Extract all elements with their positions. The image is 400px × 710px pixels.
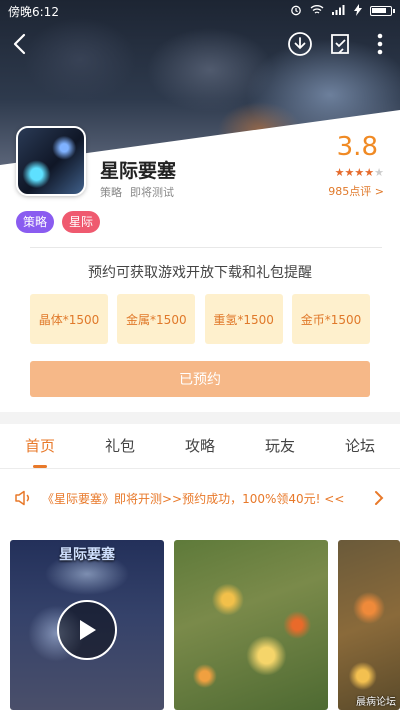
tab-friends[interactable]: 玩友 — [240, 424, 320, 468]
play-button[interactable] — [57, 600, 117, 660]
star-icon: ★ — [364, 166, 375, 179]
app-stage: 即将测试 — [130, 186, 174, 199]
reserve-notice: 预约可获取游戏开放下载和礼包提醒 — [88, 265, 312, 281]
app-category: 策略 — [100, 186, 122, 199]
back-button[interactable] — [4, 28, 36, 60]
more-icon — [377, 33, 383, 55]
speaker-icon — [15, 490, 30, 506]
reward-crystal: 晶体*1500 — [30, 294, 108, 344]
star-icon: ★ — [334, 166, 345, 179]
tag-list: 策略 星际 — [16, 211, 101, 233]
announcement-text: 《星际要塞》即将开测>>预约成功，100%领40元! << — [42, 491, 345, 506]
wifi-icon — [310, 4, 324, 18]
app-score: 3.8 — [336, 132, 378, 162]
reward-deuterium: 重氢*1500 — [204, 294, 283, 344]
rating-stars: ★★★★★ — [335, 166, 384, 179]
alarm-icon — [290, 4, 302, 19]
star-empty-icon: ★ — [374, 166, 384, 179]
section-gap — [0, 412, 400, 424]
reward-metal: 金属*1500 — [117, 294, 196, 344]
play-icon — [80, 620, 96, 640]
screenshot-image[interactable] — [174, 540, 328, 710]
tag-space[interactable]: 星际 — [62, 211, 101, 233]
announcement-bar[interactable]: 《星际要塞》即将开测>>预约成功，100%领40元! << — [0, 478, 400, 518]
chevron-right-icon[interactable] — [374, 490, 384, 506]
tab-gifts[interactable]: 礼包 — [80, 424, 160, 468]
reviews-link[interactable]: 985点评 > — [328, 183, 384, 199]
status-time: 傍晚6:12 — [8, 4, 59, 19]
tab-forum[interactable]: 论坛 — [320, 424, 400, 468]
top-bar — [0, 26, 400, 62]
charging-icon — [354, 3, 362, 19]
star-icon: ★ — [344, 166, 355, 179]
download-icon — [288, 32, 312, 56]
reserve-list-button[interactable] — [324, 28, 356, 60]
app-meta: 策略 即将测试 — [100, 184, 174, 200]
screenshot-image[interactable]: 晨病论坛 — [338, 540, 400, 710]
back-icon — [13, 33, 26, 55]
screenshot-gallery: 星际要塞 晨病论坛 — [10, 540, 400, 710]
status-bar: 傍晚6:12 — [0, 0, 400, 22]
reserve-list-icon — [331, 34, 349, 54]
tab-guides[interactable]: 攻略 — [160, 424, 240, 468]
tag-strategy[interactable]: 策略 — [16, 211, 55, 233]
screenshot-title: 星际要塞 — [59, 547, 115, 563]
reward-gold: 金币*1500 — [291, 294, 370, 344]
status-icons — [290, 3, 395, 19]
download-button[interactable] — [284, 28, 316, 60]
reserve-button[interactable]: 已预约 — [30, 361, 370, 397]
signal-icon — [332, 4, 346, 18]
reward-list: 晶体*1500 金属*1500 重氢*1500 金币*1500 — [30, 294, 370, 344]
battery-icon — [370, 6, 395, 16]
screenshot-video[interactable]: 星际要塞 — [10, 540, 164, 710]
divider — [30, 247, 382, 248]
app-name: 星际要塞 — [100, 160, 177, 182]
tab-home[interactable]: 首页 — [0, 424, 80, 468]
star-icon: ★ — [354, 166, 365, 179]
tab-bar: 首页 礼包 攻略 玩友 论坛 — [0, 424, 400, 468]
app-icon — [16, 126, 86, 196]
more-button[interactable] — [364, 28, 396, 60]
tabs-divider — [0, 468, 400, 469]
watermark: 晨病论坛 — [356, 697, 396, 708]
